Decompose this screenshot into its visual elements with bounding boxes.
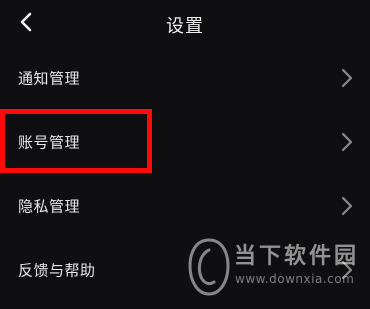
menu-item-label: 隐私管理 bbox=[18, 197, 81, 216]
chevron-right-icon bbox=[341, 196, 353, 216]
menu-item-feedback-help[interactable]: 反馈与帮助 bbox=[0, 238, 370, 302]
menu-item-label: 反馈与帮助 bbox=[18, 261, 96, 280]
page-title: 设置 bbox=[166, 16, 204, 37]
settings-menu: 通知管理 账号管理 隐私管理 反馈与帮助 bbox=[0, 46, 370, 302]
menu-item-privacy-settings[interactable]: 隐私管理 bbox=[0, 174, 370, 238]
menu-item-label: 通知管理 bbox=[18, 69, 81, 88]
chevron-right-icon bbox=[341, 132, 353, 152]
header-bar: 设置 bbox=[0, 0, 370, 46]
chevron-right-icon bbox=[341, 260, 353, 280]
chevron-right-icon bbox=[341, 68, 353, 88]
menu-item-account-settings[interactable]: 账号管理 bbox=[0, 110, 370, 174]
menu-item-label: 账号管理 bbox=[18, 133, 81, 152]
menu-item-notification-settings[interactable]: 通知管理 bbox=[0, 46, 370, 110]
